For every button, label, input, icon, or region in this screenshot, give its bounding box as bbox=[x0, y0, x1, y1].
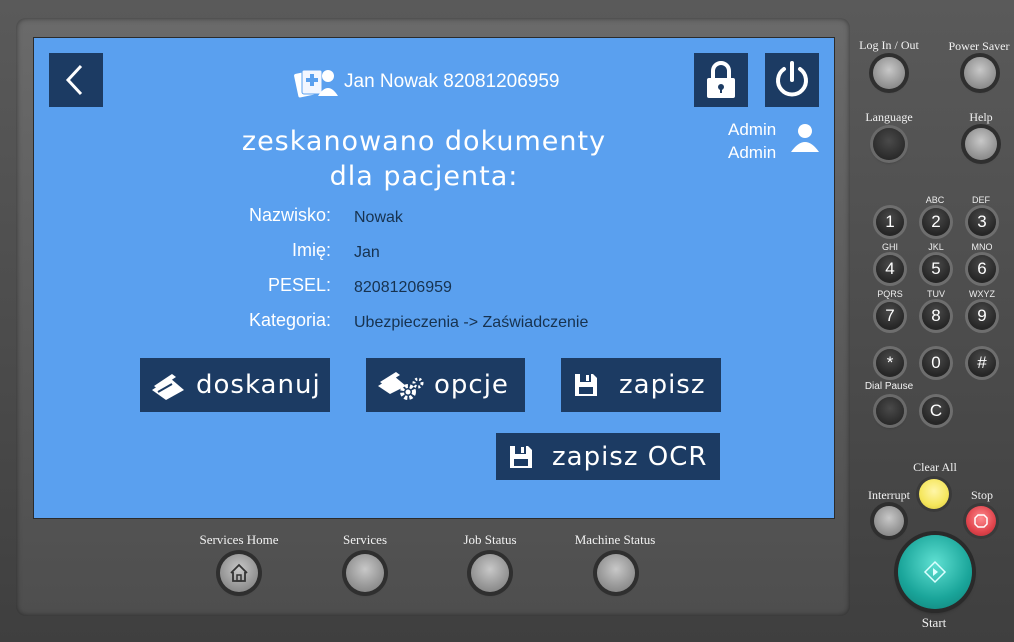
key-8[interactable]: 8 bbox=[922, 302, 950, 330]
stop-label: Stop bbox=[970, 488, 993, 502]
field-label-surname: Nazwisko: bbox=[248, 205, 331, 225]
start-label: Start bbox=[921, 615, 947, 630]
key-6-letters: MNO bbox=[971, 242, 993, 252]
field-label-category: Kategoria: bbox=[248, 310, 331, 330]
log-in-out-button[interactable] bbox=[873, 57, 905, 89]
help-button[interactable] bbox=[965, 128, 997, 160]
lock-button[interactable] bbox=[694, 53, 748, 107]
stop-button[interactable] bbox=[966, 506, 996, 536]
scanner-settings-icon bbox=[378, 372, 424, 400]
key-3-letters: DEF bbox=[972, 195, 990, 205]
rescan-button[interactable]: doskanuj bbox=[140, 358, 330, 412]
key-5[interactable]: 5 bbox=[922, 255, 950, 283]
services-home-button[interactable] bbox=[220, 554, 258, 592]
field-label-firstname: Imię: bbox=[291, 240, 331, 260]
key-9-letters: WXYZ bbox=[969, 289, 995, 299]
home-icon bbox=[230, 563, 248, 582]
job-status-label: Job Status bbox=[463, 532, 517, 547]
touch-screen: Jan Nowak 82081206959 Admin Admin zeskan… bbox=[33, 37, 835, 519]
dial-pause-label: Dial Pause bbox=[864, 381, 914, 392]
services-home-label: Services Home bbox=[199, 532, 279, 547]
page-title-line2: dla pacjenta: bbox=[329, 161, 519, 192]
key-7-letters: PQRS bbox=[877, 289, 903, 299]
floppy-disk-icon bbox=[510, 445, 532, 468]
key-4[interactable]: 4 bbox=[876, 255, 904, 283]
field-value-pesel: 82081206959 bbox=[354, 279, 452, 296]
key-2-letters: ABC bbox=[925, 195, 945, 205]
key-2[interactable]: 2 bbox=[922, 208, 950, 236]
language-button[interactable] bbox=[873, 128, 905, 160]
options-label: opcje bbox=[434, 370, 509, 400]
rescan-label: doskanuj bbox=[196, 370, 321, 400]
patient-header-text: Jan Nowak 82081206959 bbox=[344, 71, 560, 92]
field-value-category: Ubezpieczenia -> Zaświadczenie bbox=[354, 314, 589, 331]
patient-card-icon bbox=[294, 69, 338, 98]
page-title: zeskanowano dokumenty dla pacjenta: bbox=[184, 124, 664, 194]
key-7[interactable]: 7 bbox=[876, 302, 904, 330]
dial-pause-button[interactable] bbox=[876, 397, 904, 425]
key-8-letters: TUV bbox=[927, 289, 945, 299]
key-hash[interactable]: # bbox=[968, 349, 996, 377]
key-0[interactable]: 0 bbox=[922, 349, 950, 377]
page-title-line1: zeskanowano dokumenty bbox=[241, 126, 607, 157]
power-icon bbox=[776, 61, 808, 97]
scanner-icon bbox=[152, 374, 184, 400]
stop-icon bbox=[974, 514, 988, 528]
key-9[interactable]: 9 bbox=[968, 302, 996, 330]
patient-header: Jan Nowak 82081206959 bbox=[294, 64, 560, 100]
chevron-left-icon bbox=[65, 64, 83, 96]
clear-all-label: Clear All bbox=[913, 460, 957, 474]
user-icon bbox=[791, 124, 819, 152]
start-icon bbox=[923, 560, 947, 584]
field-value-surname: Nowak bbox=[354, 209, 403, 226]
key-clear[interactable]: C bbox=[922, 397, 950, 425]
machine-status-label: Machine Status bbox=[574, 532, 656, 547]
job-status-button[interactable] bbox=[471, 554, 509, 592]
options-button[interactable]: opcje bbox=[366, 358, 525, 412]
key-4-letters: GHI bbox=[881, 242, 898, 252]
key-star[interactable]: * bbox=[876, 349, 904, 377]
save-label: zapisz bbox=[619, 370, 706, 400]
user-first-name: Admin bbox=[728, 120, 777, 139]
key-1[interactable]: 1 bbox=[876, 208, 904, 236]
log-in-out-label: Log In / Out bbox=[859, 38, 919, 52]
services-label: Services bbox=[342, 532, 388, 547]
save-ocr-label: zapisz OCR bbox=[552, 441, 708, 472]
clear-all-button[interactable] bbox=[919, 479, 949, 509]
machine-status-button[interactable] bbox=[597, 554, 635, 592]
key-3[interactable]: 3 bbox=[968, 208, 996, 236]
help-label: Help bbox=[969, 110, 993, 124]
save-button[interactable]: zapisz bbox=[561, 358, 721, 412]
field-label-pesel: PESEL: bbox=[267, 275, 331, 295]
floppy-disk-icon bbox=[575, 374, 597, 396]
power-button[interactable] bbox=[765, 53, 819, 107]
lock-icon bbox=[707, 61, 735, 98]
field-value-firstname: Jan bbox=[354, 244, 380, 261]
language-label: Language bbox=[865, 110, 913, 124]
start-button[interactable] bbox=[898, 535, 972, 609]
power-saver-button[interactable] bbox=[964, 57, 996, 89]
save-ocr-button[interactable]: zapisz OCR bbox=[496, 433, 720, 480]
user-second-name: Admin bbox=[728, 143, 777, 162]
back-button[interactable] bbox=[49, 53, 103, 107]
key-5-letters: JKL bbox=[928, 242, 944, 252]
power-saver-label: Power Saver bbox=[948, 39, 1010, 53]
services-button[interactable] bbox=[346, 554, 384, 592]
interrupt-label: Interrupt bbox=[868, 488, 910, 502]
key-6[interactable]: 6 bbox=[968, 255, 996, 283]
logged-user: Admin Admin bbox=[728, 120, 820, 164]
interrupt-button[interactable] bbox=[874, 506, 904, 536]
